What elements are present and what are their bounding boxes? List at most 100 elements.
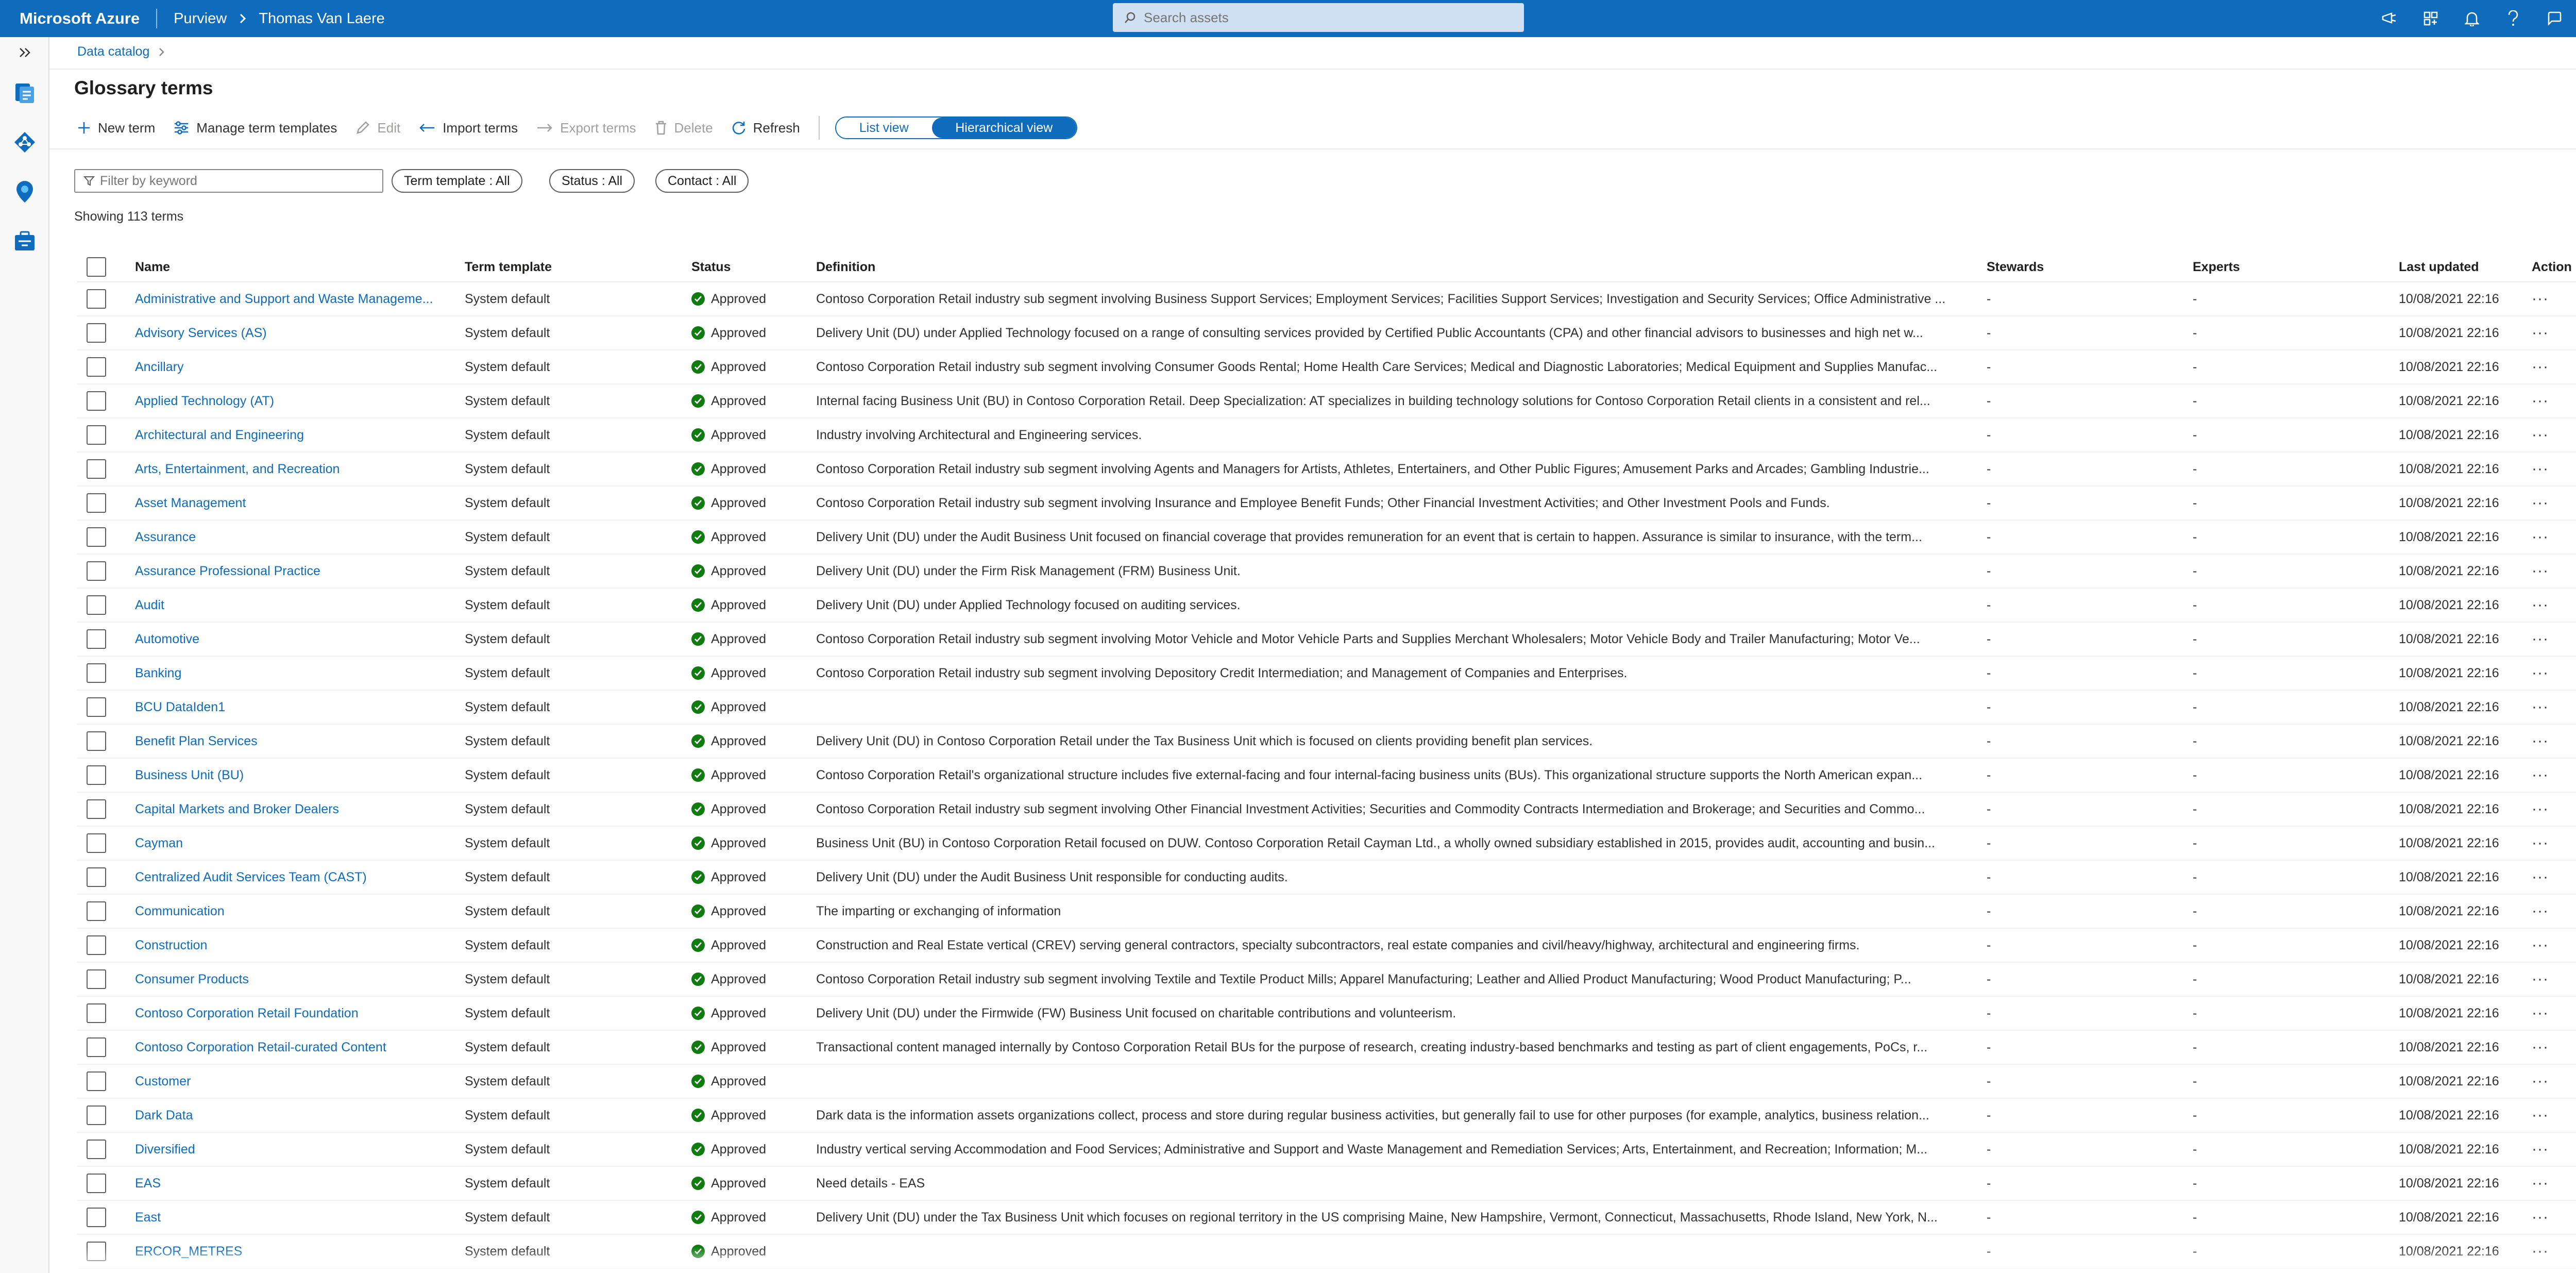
send-feedback-icon[interactable]	[2534, 0, 2575, 37]
table-row[interactable]: Banking System default Approved Contoso …	[77, 657, 2576, 691]
more-options-icon[interactable]: ···	[2532, 630, 2549, 648]
row-checkbox[interactable]	[87, 323, 106, 343]
row-checkbox[interactable]	[87, 459, 106, 479]
term-name-link[interactable]: Audit	[135, 598, 449, 613]
more-options-icon[interactable]: ···	[2532, 392, 2549, 410]
row-checkbox[interactable]	[87, 867, 106, 887]
term-name-link[interactable]: Centralized Audit Services Team (CAST)	[135, 870, 449, 885]
more-options-icon[interactable]: ···	[2532, 358, 2549, 376]
table-row[interactable]: Customer System default Approved - - 10/…	[77, 1065, 2576, 1099]
management-icon[interactable]	[0, 216, 49, 266]
new-term-button[interactable]: New term	[77, 120, 155, 136]
row-checkbox[interactable]	[87, 799, 106, 819]
table-row[interactable]: Centralized Audit Services Team (CAST) S…	[77, 861, 2576, 895]
service-link[interactable]: Purview	[174, 10, 227, 27]
row-checkbox[interactable]	[87, 935, 106, 955]
term-name-link[interactable]: Cayman	[135, 836, 449, 851]
search-input[interactable]	[1144, 9, 1504, 26]
more-options-icon[interactable]: ···	[2532, 426, 2549, 444]
row-checkbox[interactable]	[87, 289, 106, 309]
table-row[interactable]: Assurance System default Approved Delive…	[77, 521, 2576, 555]
brand-link[interactable]: Microsoft Azure	[0, 9, 140, 28]
term-name-link[interactable]: Business Unit (BU)	[135, 768, 449, 783]
more-options-icon[interactable]: ···	[2532, 290, 2549, 308]
more-options-icon[interactable]: ···	[2532, 494, 2549, 512]
more-options-icon[interactable]: ···	[2532, 1038, 2549, 1056]
term-template-filter[interactable]: Term template : All	[392, 169, 522, 193]
more-options-icon[interactable]: ···	[2532, 1209, 2549, 1226]
more-options-icon[interactable]: ···	[2532, 1107, 2549, 1124]
term-name-link[interactable]: Advisory Services (AS)	[135, 326, 449, 341]
more-options-icon[interactable]: ···	[2532, 1141, 2549, 1158]
status-filter[interactable]: Status : All	[549, 169, 635, 193]
more-options-icon[interactable]: ···	[2532, 698, 2549, 716]
row-checkbox[interactable]	[87, 527, 106, 547]
table-row[interactable]: Architectural and Engineering System def…	[77, 418, 2576, 453]
refresh-button[interactable]: Refresh	[732, 120, 800, 136]
more-options-icon[interactable]: ···	[2532, 596, 2549, 614]
row-checkbox[interactable]	[87, 1071, 106, 1091]
row-checkbox[interactable]	[87, 493, 106, 513]
term-name-link[interactable]: Consumer Products	[135, 972, 449, 987]
table-row[interactable]: Communication System default Approved Th…	[77, 895, 2576, 929]
contact-filter[interactable]: Contact : All	[655, 169, 749, 193]
term-name-link[interactable]: Communication	[135, 904, 449, 919]
column-header-last-updated[interactable]: Last updated	[2399, 253, 2512, 281]
more-options-icon[interactable]: ···	[2532, 766, 2549, 784]
term-name-link[interactable]: Contoso Corporation Retail-curated Conte…	[135, 1040, 449, 1055]
more-options-icon[interactable]: ···	[2532, 528, 2549, 546]
more-options-icon[interactable]: ···	[2532, 936, 2549, 954]
row-checkbox[interactable]	[87, 901, 106, 921]
table-row[interactable]: BCU DataIden1 System default Approved - …	[77, 691, 2576, 725]
export-terms-button[interactable]: Export terms	[536, 120, 636, 136]
term-name-link[interactable]: Construction	[135, 938, 449, 953]
term-name-link[interactable]: Assurance Professional Practice	[135, 564, 449, 579]
notifications-icon[interactable]	[2451, 0, 2493, 37]
term-name-link[interactable]: Applied Technology (AT)	[135, 394, 449, 409]
table-row[interactable]: Audit System default Approved Delivery U…	[77, 589, 2576, 623]
row-checkbox[interactable]	[87, 391, 106, 411]
table-row[interactable]: EAS System default Approved Need details…	[77, 1167, 2576, 1201]
term-name-link[interactable]: Administrative and Support and Waste Man…	[135, 292, 449, 307]
data-map-icon[interactable]	[0, 118, 49, 167]
table-row[interactable]: Benefit Plan Services System default App…	[77, 725, 2576, 759]
import-terms-button[interactable]: Import terms	[419, 120, 518, 136]
table-row[interactable]: Dark Data System default Approved Dark d…	[77, 1099, 2576, 1133]
term-name-link[interactable]: Arts, Entertainment, and Recreation	[135, 462, 449, 477]
column-header-status[interactable]: Status	[691, 253, 805, 281]
term-name-link[interactable]: Architectural and Engineering	[135, 428, 449, 443]
term-name-link[interactable]: Capital Markets and Broker Dealers	[135, 802, 449, 817]
more-options-icon[interactable]: ···	[2532, 460, 2549, 478]
term-name-link[interactable]: East	[135, 1210, 449, 1225]
term-name-link[interactable]: Diversified	[135, 1142, 449, 1157]
more-options-icon[interactable]: ···	[2532, 562, 2549, 580]
row-checkbox[interactable]	[87, 357, 106, 377]
more-options-icon[interactable]: ···	[2532, 868, 2549, 886]
term-name-link[interactable]: BCU DataIden1	[135, 700, 449, 715]
feedback-icon[interactable]	[2369, 0, 2410, 37]
manage-term-templates-button[interactable]: Manage term templates	[174, 120, 337, 136]
more-options-icon[interactable]: ···	[2532, 1073, 2549, 1090]
more-options-icon[interactable]: ···	[2532, 970, 2549, 988]
row-checkbox[interactable]	[87, 425, 106, 445]
table-row[interactable]: Cayman System default Approved Business …	[77, 827, 2576, 861]
table-row[interactable]: Automotive System default Approved Conto…	[77, 623, 2576, 657]
term-name-link[interactable]: Ancillary	[135, 360, 449, 375]
term-name-link[interactable]: Assurance	[135, 530, 449, 545]
table-row[interactable]: East System default Approved Delivery Un…	[77, 1201, 2576, 1235]
row-checkbox[interactable]	[87, 1208, 106, 1227]
term-name-link[interactable]: EAS	[135, 1176, 449, 1191]
table-row[interactable]: Applied Technology (AT) System default A…	[77, 384, 2576, 418]
term-name-link[interactable]: Banking	[135, 666, 449, 681]
row-checkbox[interactable]	[87, 663, 106, 683]
table-row[interactable]: Arts, Entertainment, and Recreation Syst…	[77, 453, 2576, 487]
row-checkbox[interactable]	[87, 969, 106, 989]
more-options-icon[interactable]: ···	[2532, 902, 2549, 920]
table-row[interactable]: Contoso Corporation Retail-curated Conte…	[77, 1031, 2576, 1065]
row-checkbox[interactable]	[87, 1105, 106, 1125]
term-name-link[interactable]: Dark Data	[135, 1108, 449, 1123]
term-name-link[interactable]: Contoso Corporation Retail Foundation	[135, 1006, 449, 1021]
help-icon[interactable]	[2493, 0, 2534, 37]
hierarchical-view-button[interactable]: Hierarchical view	[931, 118, 1076, 138]
more-options-icon[interactable]: ···	[2532, 800, 2549, 818]
